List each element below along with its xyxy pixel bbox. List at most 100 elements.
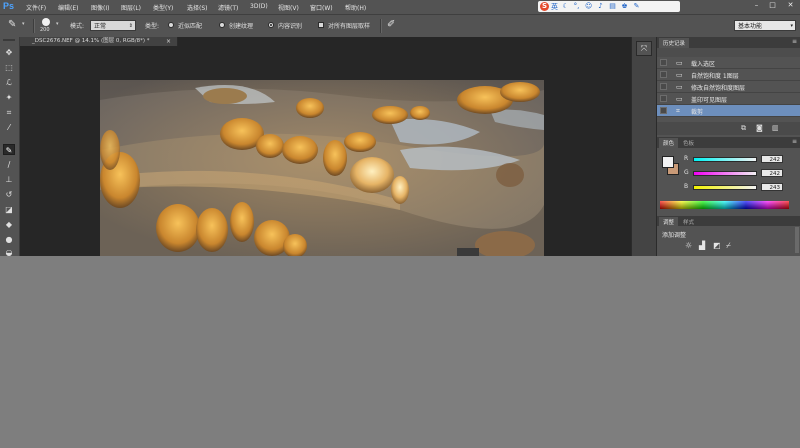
history-item[interactable]: ▭ 自然饱和度 1图层 (657, 69, 800, 81)
marquee-tool-icon[interactable]: ⬚ (3, 62, 15, 73)
exposure-icon[interactable]: ⌿ (726, 241, 731, 251)
menu-select[interactable]: 选择(S) (187, 3, 208, 12)
green-slider[interactable] (693, 171, 757, 176)
history-toggle[interactable] (660, 71, 667, 78)
brush-tool-icon[interactable]: ∕ (3, 159, 15, 170)
right-panels: 历史记录 ≡ ▭ 载入选区 ▭ 自然饱和度 1图层 ▭ 修改自然饱和度图层 ▭ … (656, 37, 800, 256)
blue-value-field[interactable]: 243 (761, 183, 783, 191)
green-value-field[interactable]: 242 (761, 169, 783, 177)
foreground-color-swatch[interactable] (662, 156, 674, 168)
menu-type[interactable]: 类型(Y) (153, 3, 173, 12)
menu-3d[interactable]: 3D(D) (250, 3, 268, 10)
keyboard-icon[interactable]: ▤ (609, 3, 616, 10)
history-toggle[interactable] (660, 95, 667, 102)
paint-bucket-tool-icon[interactable]: ◆ (3, 219, 15, 230)
mode-dropdown[interactable]: 正常 ⇕ (90, 20, 136, 31)
document-tab[interactable]: _DSC2676.NEF @ 14.1% (图层 0, RGB/8*) * × (20, 37, 178, 46)
pressure-brush-icon[interactable]: ✐ (387, 19, 395, 30)
smile-icon[interactable]: ☺ (585, 3, 592, 10)
ime-language-label: 英 (551, 3, 558, 11)
history-toggle[interactable] (660, 107, 667, 114)
close-icon[interactable]: ✕ (786, 1, 795, 10)
history-item-selected[interactable]: ⌗ 裁剪 (657, 105, 800, 117)
red-slider[interactable] (693, 157, 757, 162)
shirt-icon[interactable]: ♚ (621, 3, 628, 10)
menu-view[interactable]: 视图(V) (278, 3, 299, 12)
menu-filter[interactable]: 滤镜(T) (218, 3, 238, 12)
radio-content-aware[interactable] (268, 22, 274, 28)
menu-edit[interactable]: 编辑(E) (58, 3, 78, 12)
radio-proximity-match[interactable] (168, 22, 174, 28)
document-icon: ▭ (676, 95, 683, 103)
tab-styles[interactable]: 样式 (679, 217, 698, 227)
chevron-down-icon: ▾ (790, 23, 793, 29)
curves-icon[interactable]: ◩ (713, 241, 721, 250)
eraser-tool-icon[interactable]: ◪ (3, 204, 15, 215)
workspace-dropdown[interactable]: 基本功能 ▾ (734, 20, 796, 31)
red-value-field[interactable]: 242 (761, 155, 783, 163)
microphone-icon[interactable]: ♪ (597, 3, 604, 10)
tool-preset-chevron-icon[interactable]: ▾ (22, 21, 25, 27)
tab-color[interactable]: 颜色 (659, 138, 679, 148)
radio-create-texture[interactable] (219, 22, 225, 28)
levels-icon[interactable]: ▟ (699, 241, 705, 250)
mode-value: 正常 (94, 23, 107, 30)
maximize-icon[interactable]: □ (768, 1, 777, 10)
brush-picker[interactable]: 200 (39, 18, 53, 34)
history-item[interactable]: ▭ 盖印可见图层 (657, 93, 800, 105)
document-icon: ▭ (676, 83, 683, 91)
radio-proximity-label: 近似匹配 (178, 23, 203, 30)
camera-snapshot-icon[interactable]: ◙ (756, 124, 763, 132)
menu-layer[interactable]: 图层(L) (121, 3, 141, 12)
separator (33, 19, 35, 33)
dodge-tool-icon[interactable]: ◒ (3, 247, 15, 257)
trash-icon[interactable]: ▥ (772, 124, 779, 132)
menu-help[interactable]: 帮助(H) (345, 3, 366, 12)
menu-file[interactable]: 文件(F) (26, 3, 46, 12)
blue-slider[interactable] (693, 185, 757, 190)
chevron-updown-icon: ⇕ (128, 23, 133, 29)
history-toggle[interactable] (660, 83, 667, 90)
menu-image[interactable]: 图像(I) (91, 3, 109, 12)
add-adjustment-label: 添加调整 (662, 232, 687, 239)
spot-healing-brush-icon[interactable]: ✎ (8, 19, 20, 31)
panel-menu-icon[interactable]: ≡ (792, 138, 797, 145)
workspace-value: 基本功能 (738, 23, 763, 30)
panel-menu-icon[interactable]: ≡ (792, 38, 797, 45)
punctuation-icon[interactable]: °, (573, 3, 580, 10)
color-spectrum-ramp[interactable] (660, 201, 789, 209)
tab-adjustments[interactable]: 调整 (659, 217, 679, 227)
minimize-icon[interactable]: – (752, 1, 761, 10)
lasso-tool-icon[interactable]: ℒ (3, 77, 15, 88)
moon-icon[interactable]: ☾ (562, 3, 569, 10)
menu-window[interactable]: 窗口(W) (310, 3, 333, 12)
canvas-image[interactable] (100, 80, 544, 256)
panel-scrollbar[interactable] (795, 227, 799, 253)
brush-picker-chevron-icon[interactable]: ▾ (56, 21, 59, 27)
spot-healing-brush-tool-icon[interactable]: ✎ (3, 144, 15, 155)
wrench-icon[interactable]: ✎ (633, 3, 640, 10)
options-bar: ✎ ▾ 200 ▾ 模式: 正常 ⇕ 类型: 近似匹配 创建纹理 内容识别 对所… (0, 14, 800, 38)
move-tool-icon[interactable]: ✥ (3, 47, 15, 58)
new-document-from-state-icon[interactable]: ⧉ (741, 124, 746, 133)
history-panel-icon[interactable]: ⤧ (636, 41, 652, 56)
history-snapshot-row[interactable] (657, 48, 800, 57)
sample-all-layers-checkbox[interactable] (318, 22, 324, 28)
document-tab-title: _DSC2676.NEF @ 14.1% (图层 0, RGB/8*) * (32, 38, 150, 44)
history-brush-tool-icon[interactable]: ↺ (3, 189, 15, 200)
crop-tool-icon[interactable]: ⌗ (3, 107, 15, 118)
tab-swatches[interactable]: 色板 (679, 138, 698, 148)
brightness-icon[interactable]: ☼ (685, 241, 692, 250)
tab-history[interactable]: 历史记录 (659, 38, 690, 48)
clone-stamp-tool-icon[interactable]: ⊥ (3, 174, 15, 185)
history-item[interactable]: ▭ 载入选区 (657, 57, 800, 69)
quick-selection-tool-icon[interactable]: ✦ (3, 92, 15, 103)
ime-toolbar[interactable]: S 英 ☾ °, ☺ ♪ ▤ ♚ ✎ (538, 1, 680, 12)
panel-grip[interactable] (3, 39, 15, 41)
history-toggle[interactable] (660, 59, 667, 66)
blur-tool-icon[interactable]: ● (3, 234, 15, 245)
tab-close-icon[interactable]: × (166, 37, 171, 46)
eyedropper-tool-icon[interactable]: ⁄ (3, 122, 15, 133)
channel-b-label: B (684, 183, 689, 190)
history-item[interactable]: ▭ 修改自然饱和度图层 (657, 81, 800, 93)
